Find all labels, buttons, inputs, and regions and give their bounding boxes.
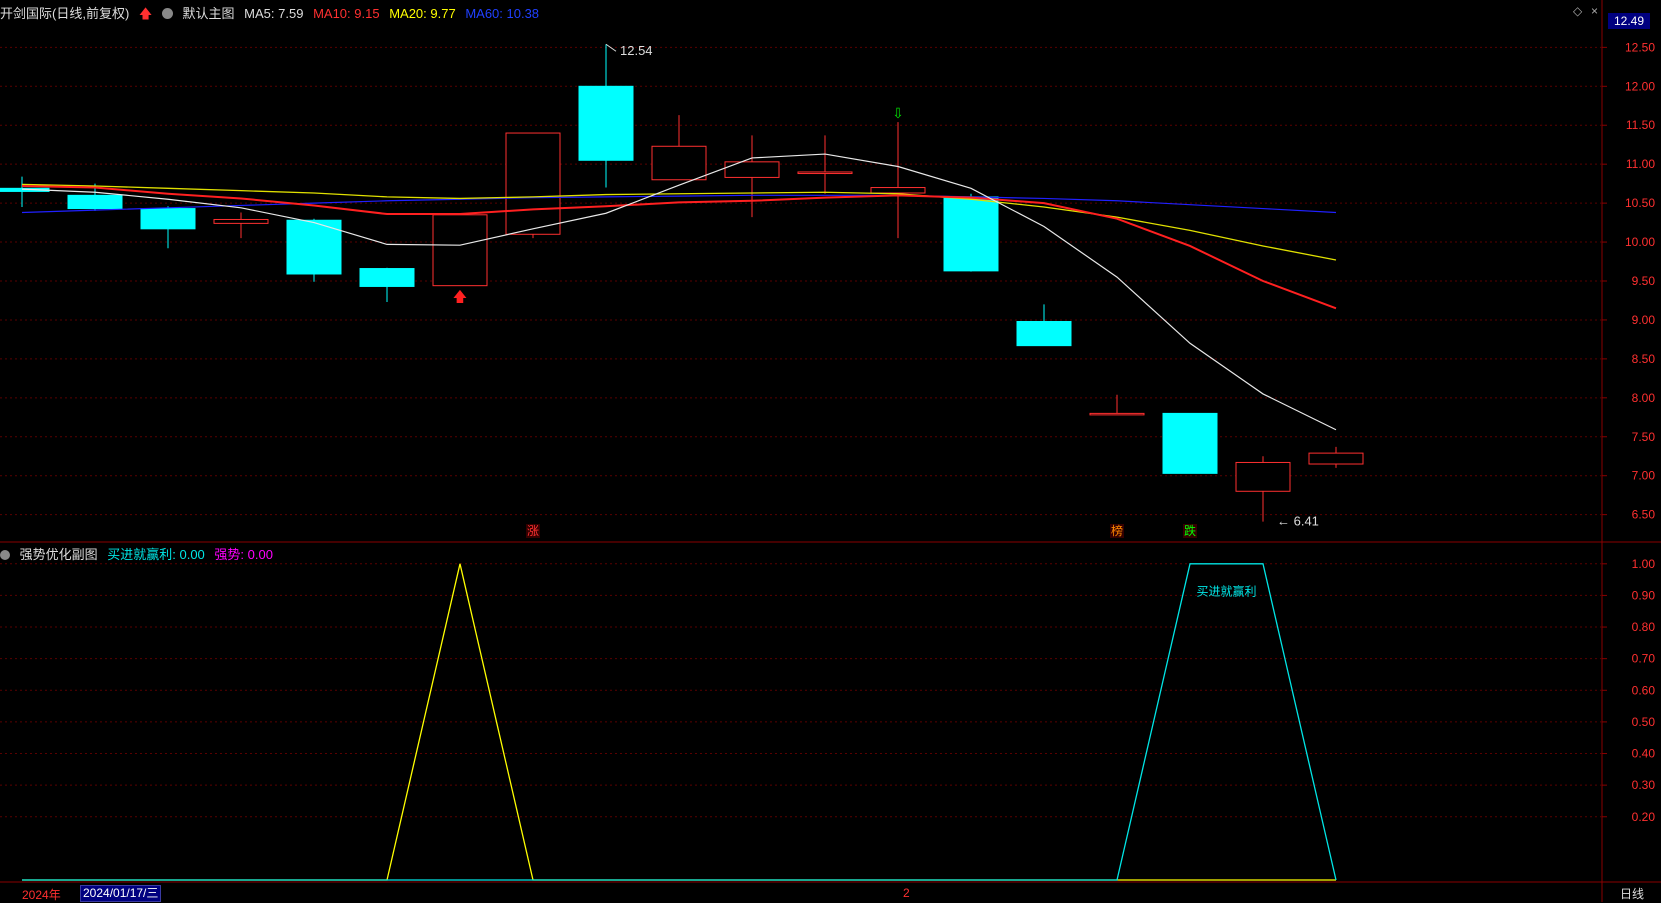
price-tick-label: 8.50	[1632, 352, 1656, 366]
low-price-label: ← 6.41	[1277, 514, 1319, 529]
indicator-tick-label: 0.30	[1632, 778, 1656, 792]
price-tick-label: 10.50	[1625, 196, 1655, 210]
price-tick-label: 11.50	[1626, 118, 1655, 132]
price-tick-label: 11.00	[1626, 157, 1655, 171]
close-icon[interactable]: ×	[1591, 4, 1598, 18]
ma20-value: MA20: 9.77	[389, 6, 456, 21]
price-tick-label: 6.50	[1632, 508, 1656, 522]
candle-body	[724, 161, 780, 178]
indicator-line-0	[22, 563, 1336, 881]
cursor-date: 2024/01/17/三	[80, 885, 162, 902]
theme-selector[interactable]: 默认主图	[183, 6, 235, 21]
diamond-icon[interactable]: ◇	[1573, 4, 1582, 18]
price-tick-label: 12.50	[1625, 40, 1655, 54]
sell-arrow-icon: ⇩	[892, 106, 904, 122]
period-label[interactable]: 日线	[1620, 885, 1644, 902]
candle-body	[505, 132, 561, 235]
dropdown-icon[interactable]	[0, 550, 10, 560]
ma5-line	[21, 153, 1337, 431]
price-tick-label: 7.50	[1632, 430, 1656, 444]
indicator-tick-label: 0.60	[1632, 683, 1656, 697]
current-price-box: 12.49	[1608, 13, 1650, 29]
candle-body	[1016, 320, 1072, 347]
candle-body	[1162, 412, 1218, 474]
high-pointer	[605, 43, 617, 52]
price-tick-label: 7.00	[1632, 469, 1656, 483]
strong-value: 强势: 0.00	[214, 547, 273, 562]
buy-arrow-icon: 🡅	[453, 290, 467, 306]
candle-body	[1235, 461, 1291, 492]
candle-body	[1308, 452, 1364, 465]
indicator-tick-label: 0.40	[1632, 747, 1656, 761]
chart-canvas: 12.50 12.00 11.50 11.00 10.50 10.00 9.50 9.00 8.…	[0, 0, 1661, 902]
indicator-tick-label: 0.50	[1632, 715, 1656, 729]
ma10-line	[21, 184, 1337, 310]
candle-body	[1089, 412, 1145, 416]
marker-label: 榜	[1111, 523, 1123, 538]
candle-body	[140, 208, 196, 230]
high-price-label: 12.54	[620, 43, 653, 58]
candle-body	[67, 194, 123, 210]
stock-title[interactable]: 开剑国际(日线,前复权)	[0, 6, 129, 21]
candle-body	[359, 268, 415, 287]
ma5-value: MA5: 7.59	[244, 6, 304, 21]
main-chart-header: 开剑国际(日线,前复权) 🡅 默认主图 MA5: 7.59 MA10: 9.15…	[0, 3, 545, 23]
sub-chart-title[interactable]: 强势优化副图	[20, 547, 98, 562]
candle-body	[870, 187, 926, 194]
ma10-value: MA10: 9.15	[313, 6, 380, 21]
candle-body	[432, 214, 488, 287]
year-label: 2024年	[22, 888, 61, 902]
price-tick-label: 12.00	[1625, 79, 1655, 93]
marker-label: 跌	[1184, 523, 1196, 538]
price-tick-label: 9.00	[1632, 313, 1656, 327]
indicator-tick-label: 0.90	[1632, 588, 1656, 602]
ma60-value: MA60: 10.38	[465, 6, 540, 21]
indicator-tick-label: 0.80	[1632, 620, 1656, 634]
price-tick-label: 10.00	[1625, 235, 1655, 249]
axis-tick-label: 2	[903, 886, 910, 900]
up-arrow-icon: 🡅	[138, 6, 153, 21]
indicator-tick-label: 1.00	[1632, 557, 1656, 571]
price-tick-label: 9.50	[1632, 274, 1656, 288]
marker-label: 涨	[527, 523, 539, 538]
candle-body	[797, 171, 853, 175]
price-tick-label: 8.00	[1632, 391, 1656, 405]
indicator-line-1	[22, 563, 1337, 881]
candle-body	[578, 85, 634, 161]
sub-chart-header: 强势优化副图 买进就赢利: 0.00 强势: 0.00	[0, 544, 279, 564]
candle-body	[943, 196, 999, 272]
dropdown-icon[interactable]	[161, 8, 173, 19]
indicator-tick-label: 0.70	[1632, 652, 1656, 666]
buy-profit-value: 买进就赢利: 0.00	[107, 547, 205, 562]
candle-body	[213, 218, 269, 224]
indicator-tick-label: 0.20	[1632, 810, 1656, 824]
indicator-annotation: 买进就赢利	[1196, 583, 1256, 598]
candle-body	[651, 145, 707, 181]
